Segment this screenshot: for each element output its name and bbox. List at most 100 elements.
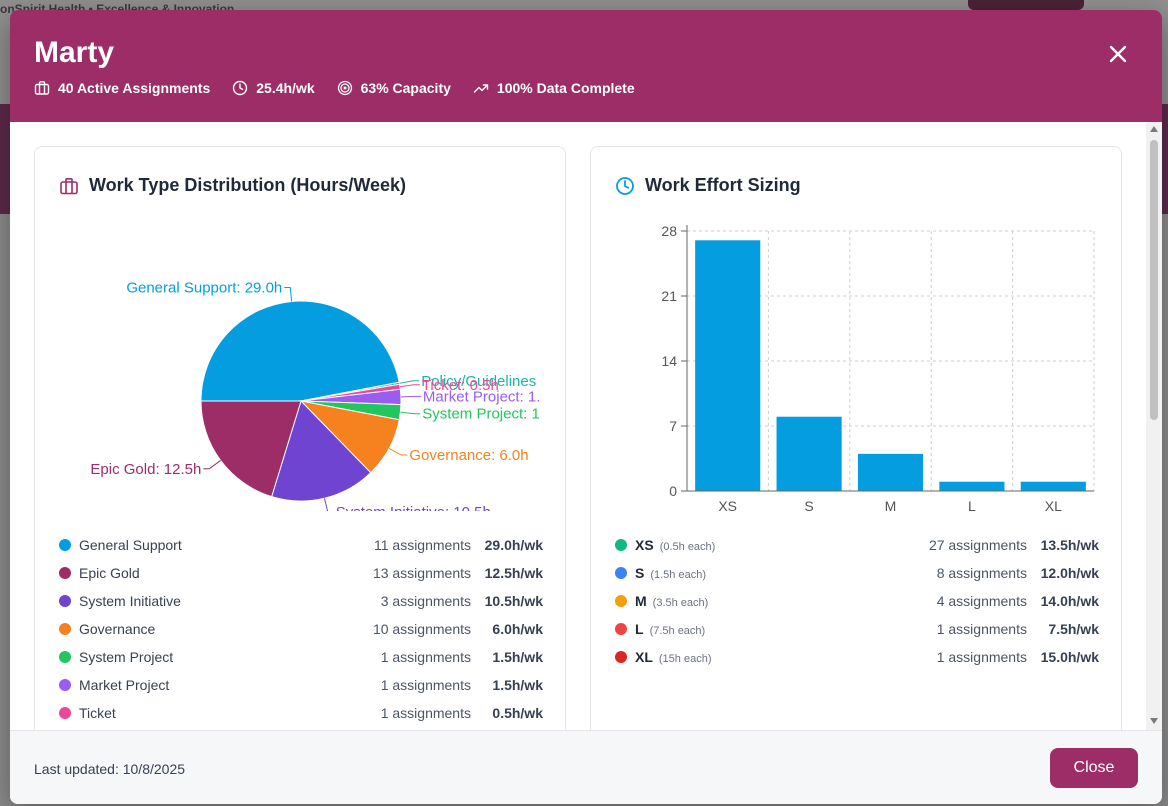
effort-legend-row: XS (0.5h each) 27 assignments 13.5h/wk (615, 531, 1099, 559)
work-type-legend-row: Market Project 1 assignments 1.5h/wk (59, 671, 543, 699)
effort-legend-row: L (7.5h each) 1 assignments 7.5h/wk (615, 615, 1099, 643)
target-icon (337, 80, 352, 96)
effort-legend-note: (0.5h each) (659, 541, 716, 553)
work-type-legend-row: General Support 11 assignments 29.0h/wk (59, 531, 543, 559)
work-type-legend-dot (59, 539, 71, 551)
work-type-legend-assignments: 3 assignments (380, 593, 471, 609)
bar (857, 453, 924, 491)
work-type-legend-label: Governance (79, 621, 156, 637)
pie-label-line (323, 498, 329, 511)
effort-legend-hours: 7.5h/wk (1048, 621, 1099, 637)
effort-card: Work Effort Sizing 0 7 14 21 28 XS S M L XL XS (0.… (590, 146, 1122, 730)
pie-label-line (399, 380, 420, 384)
stats-bar: 40 Active Assignments 25.4h/wk 63% Capac… (34, 80, 635, 96)
bar-y-tick-label: 21 (661, 288, 677, 304)
clock-icon (616, 176, 634, 195)
modal-body[interactable]: Work Type Distribution (Hours/Week) Gene… (10, 122, 1162, 730)
work-type-legend-dot (59, 707, 71, 719)
effort-legend-label: XL (635, 649, 653, 665)
work-type-pie-chart: General Support: 29.0hPolicy/GuidelinesT… (90, 280, 541, 511)
scroll-down-icon[interactable] (1150, 718, 1158, 724)
effort-legend-assignments: 27 assignments (928, 537, 1027, 553)
scroll-thumb[interactable] (1150, 140, 1158, 420)
stat-data-complete-label: 100% Data Complete (496, 80, 635, 96)
work-type-legend-dot (59, 567, 71, 579)
effort-legend-assignments: 8 assignments (936, 565, 1027, 581)
work-type-card-title: Work Type Distribution (Hours/Week) (59, 175, 406, 196)
bar-y-tick-label: 28 (661, 223, 677, 239)
effort-legend-label: S (635, 565, 645, 581)
effort-legend-hours: 12.0h/wk (1040, 565, 1099, 581)
effort-legend-label: XS (635, 537, 654, 553)
pie-label-line (388, 447, 408, 456)
pie-slice (200, 300, 400, 402)
pie-label-line (284, 287, 293, 302)
effort-legend-size: L (7.5h each) (635, 621, 937, 637)
member-detail-modal: Marty 40 Active Assignments 25.4h/wk 63%… (10, 10, 1162, 804)
stat-assignments-label: 40 Active Assignments (58, 80, 211, 96)
work-type-legend-label: Ticket (79, 705, 116, 721)
effort-legend-size: M (3.5h each) (635, 593, 937, 609)
work-type-legend-assignments: 13 assignments (372, 565, 471, 581)
bar-x-tick-label: S (804, 498, 813, 511)
modal-footer: Last updated: 10/8/2025 Close (10, 730, 1162, 804)
clock-icon (233, 80, 248, 96)
background-button (968, 0, 1084, 10)
work-type-legend-dot (59, 651, 71, 663)
work-type-legend-assignments: 10 assignments (372, 621, 471, 637)
effort-legend-label: L (635, 621, 644, 637)
modal-scrollbar[interactable] (1146, 122, 1162, 730)
effort-legend-hours: 14.0h/wk (1040, 593, 1099, 609)
effort-bar-chart: 0 7 14 21 28 XS S M L XL (661, 223, 1095, 511)
bar-x-tick-label: L (968, 498, 976, 511)
work-type-legend-hours: 10.5h/wk (484, 593, 543, 609)
pie-label-line (399, 384, 420, 388)
effort-legend-note: (3.5h each) (652, 597, 709, 609)
stat-hours: 25.4h/wk (232, 80, 315, 96)
close-button[interactable]: Close (1050, 748, 1138, 788)
pie-label-line (400, 411, 421, 415)
bar-x-tick-label: XS (718, 498, 737, 511)
work-type-legend-dot (59, 679, 71, 691)
work-type-legend-label: System Project (79, 649, 174, 665)
work-type-legend-label: Market Project (79, 677, 170, 693)
work-type-legend-hours: 12.5h/wk (484, 565, 543, 581)
effort-legend-size: XS (0.5h each) (635, 537, 929, 553)
work-type-legend-label: Epic Gold (79, 565, 140, 581)
work-type-card: Work Type Distribution (Hours/Week) Gene… (34, 146, 566, 730)
effort-legend: XS (0.5h each) 27 assignments 13.5h/wk S (1.5… (615, 531, 1099, 671)
pie-slice-label: Governance: 6.0h (409, 447, 528, 464)
effort-legend-dot (615, 623, 627, 635)
modal-title: Marty (34, 36, 115, 69)
work-type-legend-row: System Initiative 3 assignments 10.5h/wk (59, 587, 543, 615)
effort-legend-assignments: 1 assignments (936, 649, 1027, 665)
pie-slice-label: Market Project: 1. (423, 388, 541, 405)
work-type-legend-label: General Support (79, 537, 182, 553)
stat-capacity-label: 63% Capacity (360, 80, 451, 96)
effort-legend-note: (15h each) (658, 653, 712, 665)
work-type-legend-assignments: 1 assignments (380, 705, 471, 721)
stat-capacity: 63% Capacity (337, 80, 451, 96)
work-type-title-text: Work Type Distribution (Hours/Week) (89, 175, 407, 195)
bar-y-tick-label: 0 (669, 483, 677, 499)
effort-legend-size: XL (15h each) (635, 649, 937, 665)
effort-legend-assignments: 1 assignments (936, 621, 1027, 637)
effort-legend-dot (615, 539, 627, 551)
effort-legend-dot (615, 651, 627, 663)
stat-hours-label: 25.4h/wk (256, 80, 315, 96)
bar (939, 481, 1005, 491)
work-type-legend-hours: 29.0h/wk (484, 537, 543, 553)
pie-slice-label: Epic Gold: 12.5h (90, 461, 201, 478)
bar (695, 240, 761, 491)
pie-label-line (203, 460, 221, 470)
modal-header: Marty 40 Active Assignments 25.4h/wk 63%… (10, 10, 1162, 122)
work-type-legend-row: Governance 10 assignments 6.0h/wk (59, 615, 543, 643)
bar (776, 416, 842, 491)
effort-legend-size: S (1.5h each) (635, 565, 937, 581)
close-icon[interactable] (1104, 40, 1132, 68)
scroll-up-icon[interactable] (1150, 126, 1158, 132)
bar-y-tick-label: 7 (669, 418, 677, 434)
work-type-legend-hours: 0.5h/wk (492, 705, 543, 721)
effort-legend-row: S (1.5h each) 8 assignments 12.0h/wk (615, 559, 1099, 587)
work-type-legend-dot (59, 595, 71, 607)
